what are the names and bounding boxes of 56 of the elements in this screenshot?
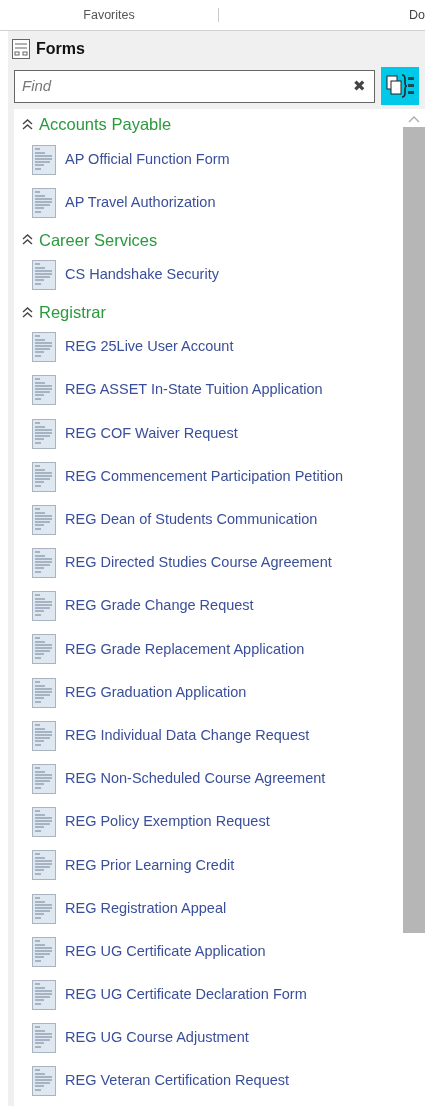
document-icon — [32, 893, 56, 924]
collapse-chevron-icon[interactable] — [22, 119, 33, 130]
group-header[interactable]: Accounts Payable — [39, 112, 172, 137]
document-icon — [32, 850, 56, 881]
form-link[interactable]: REG Graduation Application — [65, 681, 247, 704]
form-link[interactable]: REG Individual Data Change Request — [65, 724, 310, 747]
form-link[interactable]: REG Dean of Students Communication — [65, 509, 318, 531]
form-link[interactable]: REG Grade Replacement Application — [65, 638, 305, 661]
form-link[interactable]: CS Handshake Security — [65, 264, 219, 286]
document-icon — [32, 979, 56, 1010]
form-link[interactable]: AP Travel Authorization — [65, 191, 216, 214]
document-icon — [32, 504, 56, 535]
form-icon — [12, 39, 30, 59]
form-link[interactable]: AP Official Function Form — [65, 148, 230, 171]
form-link[interactable]: REG Prior Learning Credit — [65, 854, 235, 877]
collapse-chevron-icon[interactable] — [22, 306, 33, 318]
scroll-thumb[interactable] — [403, 127, 425, 933]
form-link[interactable]: REG COF Waiver Request — [65, 422, 238, 445]
group-header[interactable]: Registrar — [39, 299, 106, 325]
tab[interactable]: Do — [409, 5, 425, 25]
panel-title: Forms — [36, 39, 85, 59]
form-link[interactable]: REG UG Certificate Application — [65, 940, 266, 963]
document-icon — [32, 259, 56, 290]
document-icon — [32, 764, 56, 795]
document-icon — [32, 1023, 56, 1054]
form-link[interactable]: REG UG Certificate Declaration Form — [65, 984, 307, 1006]
document-icon — [32, 1066, 56, 1097]
form-link[interactable]: REG Registration Appeal — [65, 897, 227, 920]
tab[interactable]: Favorites — [0, 5, 218, 25]
document-icon — [32, 677, 56, 708]
clear-button[interactable]: ✖ — [353, 74, 366, 98]
document-icon — [32, 144, 56, 175]
document-icon — [32, 720, 56, 751]
document-icon — [32, 591, 56, 622]
form-link[interactable]: REG Non-Scheduled Course Agreement — [65, 768, 326, 790]
document-icon — [32, 375, 56, 406]
collapse-chevron-icon[interactable] — [22, 234, 33, 246]
document-icon — [32, 418, 56, 449]
group-header[interactable]: Career Services — [39, 227, 158, 253]
search-field[interactable]: Find ✖ — [14, 69, 375, 103]
document-icon — [32, 807, 56, 838]
form-link[interactable]: REG Directed Studies Course Agreement — [65, 552, 332, 574]
form-link[interactable]: REG Policy Exemption Request — [65, 811, 270, 834]
form-link[interactable]: REG Grade Change Request — [65, 595, 254, 618]
toggle-view-button[interactable] — [381, 67, 419, 105]
form-link[interactable]: REG Veteran Certification Request — [65, 1070, 290, 1093]
form-link[interactable]: REG UG Course Adjustment — [65, 1027, 249, 1050]
form-link[interactable]: REG Commencement Participation Petition — [65, 465, 344, 488]
document-icon — [32, 548, 56, 579]
document-icon — [32, 461, 56, 492]
document-icon — [32, 332, 56, 363]
document-icon — [32, 634, 56, 665]
document-icon — [32, 187, 56, 218]
form-link[interactable]: REG ASSET In-State Tuition Application — [65, 379, 323, 402]
document-icon — [32, 936, 56, 967]
form-link[interactable]: REG 25Live User Account — [65, 336, 234, 359]
